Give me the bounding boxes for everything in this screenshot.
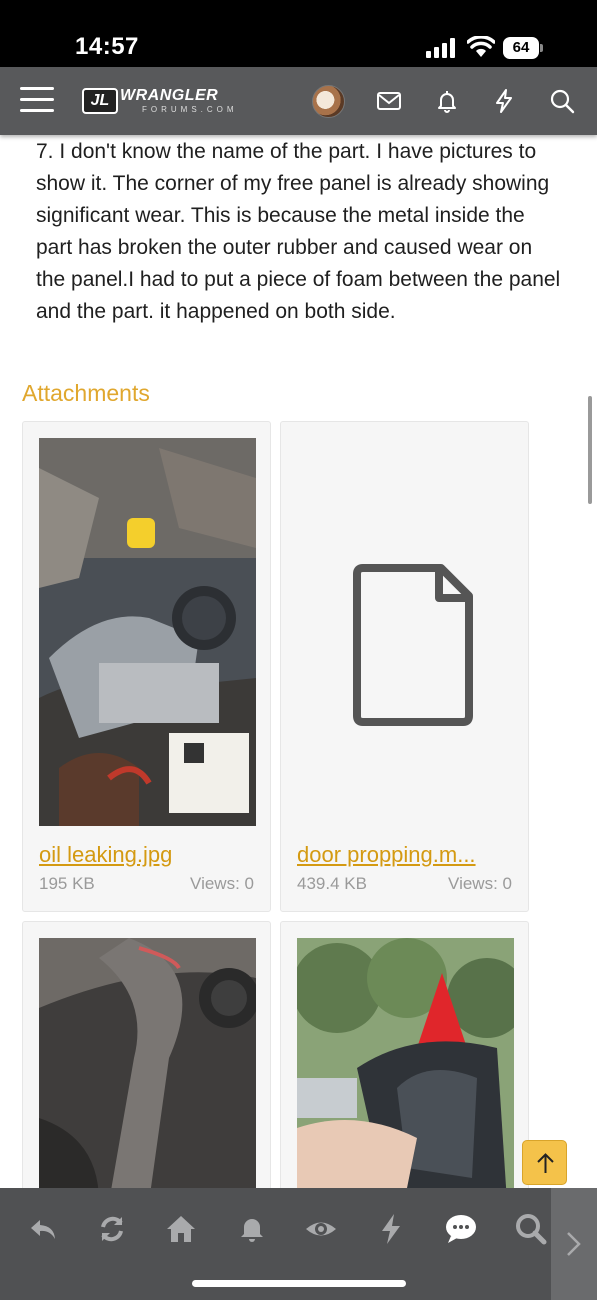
bolt-icon[interactable] — [374, 1212, 408, 1246]
cellular-signal-icon — [426, 38, 455, 58]
home-icon[interactable] — [164, 1212, 198, 1246]
home-indicator — [192, 1280, 406, 1287]
site-header: JL WRANGLER FORUMS.COM — [0, 67, 597, 135]
arrow-up-icon — [537, 1153, 554, 1173]
refresh-icon[interactable] — [95, 1212, 129, 1246]
search-icon[interactable] — [514, 1212, 548, 1246]
wifi-icon — [467, 36, 495, 57]
battery-tip — [540, 44, 543, 52]
attachment-thumbnail[interactable] — [39, 938, 256, 1202]
logo-badge: JL — [82, 88, 118, 114]
battery-level: 64 — [503, 37, 539, 59]
bell-icon[interactable] — [433, 87, 461, 115]
user-avatar[interactable] — [312, 85, 345, 118]
bolt-icon[interactable] — [490, 87, 518, 115]
chevron-right-icon — [567, 1232, 581, 1256]
attachment-thumbnail[interactable] — [297, 938, 514, 1202]
attachment-card[interactable] — [22, 921, 271, 1202]
attachment-size: 195 KB — [39, 874, 95, 893]
attachment-card[interactable]: oil leaking.jpg 195 KB Views: 0 — [22, 421, 271, 912]
attachment-filename[interactable]: oil leaking.jpg — [39, 842, 256, 868]
search-icon[interactable] — [548, 87, 576, 115]
attachment-views: Views: 0 — [448, 874, 512, 893]
scrollbar[interactable] — [588, 396, 592, 504]
chat-icon[interactable] — [444, 1212, 478, 1246]
envelope-icon[interactable] — [375, 87, 403, 115]
attachment-size: 439.4 KB — [297, 874, 367, 893]
file-icon[interactable] — [297, 438, 514, 826]
battery-indicator: 64 — [503, 37, 543, 59]
attachment-card[interactable]: door propping.m... 439.4 KB Views: 0 — [280, 421, 529, 912]
eye-icon[interactable] — [304, 1212, 338, 1246]
toolbar-scroll-right[interactable] — [551, 1188, 597, 1300]
attachment-filename[interactable]: door propping.m... — [297, 842, 514, 868]
menu-button[interactable] — [20, 87, 54, 113]
post-body: 7. I don't know the name of the part. I … — [36, 140, 561, 323]
logo-subtext: FORUMS.COM — [142, 105, 238, 114]
status-time: 14:57 — [75, 33, 139, 60]
attachments-heading: Attachments — [22, 380, 150, 406]
attachment-thumbnail[interactable] — [39, 438, 256, 826]
logo-text: WRANGLER — [120, 87, 219, 104]
attachment-card[interactable] — [280, 921, 529, 1202]
reply-icon[interactable] — [26, 1212, 60, 1246]
attachment-views: Views: 0 — [190, 874, 254, 893]
back-to-top-button[interactable] — [522, 1140, 567, 1185]
site-logo[interactable]: JL WRANGLER FORUMS.COM — [82, 84, 234, 118]
bell-icon[interactable] — [235, 1212, 269, 1246]
status-bar: 14:57 64 — [0, 0, 597, 67]
